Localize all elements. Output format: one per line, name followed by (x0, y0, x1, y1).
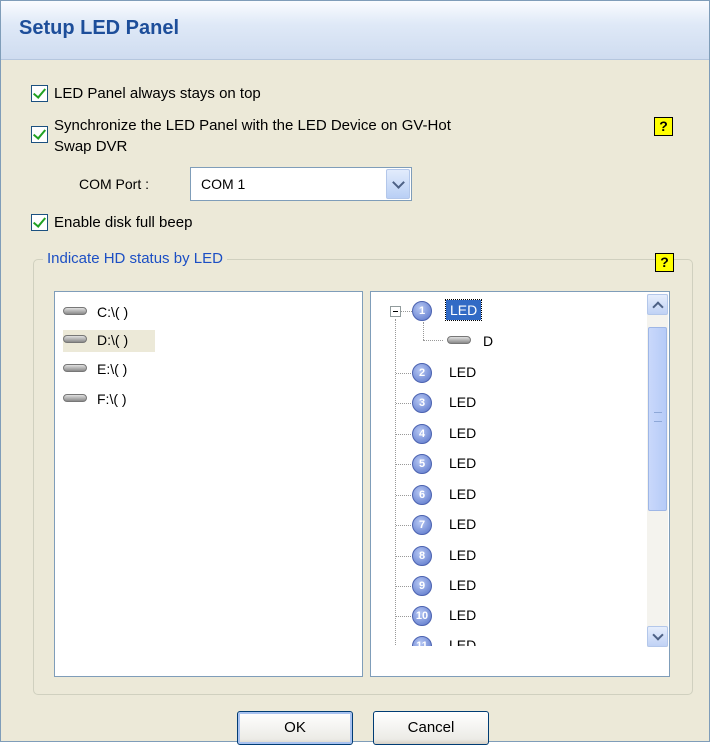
drive-label: F:\( ) (97, 391, 127, 407)
led-number-badge: 10 (412, 606, 432, 626)
grip-icon (654, 412, 662, 422)
tree-child-label: D (483, 333, 494, 349)
help-icon[interactable]: ? (655, 253, 674, 272)
scroll-up-icon[interactable] (647, 294, 668, 315)
led-number-badge: 3 (412, 393, 432, 413)
window-title: Setup LED Panel (19, 17, 180, 39)
led-number-badge: 2 (412, 363, 432, 383)
disk-full-beep-checkbox[interactable] (31, 214, 48, 231)
tree-connector (396, 464, 411, 465)
tree-bottom-mask (371, 646, 647, 676)
led-number-badge: 5 (412, 454, 432, 474)
led-number-badge: 8 (412, 546, 432, 566)
led-number-badge: 1 (412, 301, 432, 321)
hard-drive-icon (63, 307, 87, 315)
tree-connector (396, 373, 411, 374)
tree-item-led[interactable]: LED (444, 299, 483, 321)
collapse-icon[interactable] (390, 306, 401, 317)
hd-status-group-label: Indicate HD status by LED (43, 250, 227, 267)
list-item[interactable]: F:\( ) (63, 389, 163, 411)
synchronize-label-line2: Swap DVR (54, 138, 128, 155)
tree-item-led[interactable]: LED (449, 547, 476, 563)
tree-connector (396, 525, 411, 526)
com-port-value: COM 1 (201, 176, 246, 192)
tree-item-led[interactable]: LED (449, 364, 476, 380)
hard-drive-icon (63, 394, 87, 402)
tree-connector (396, 586, 411, 587)
led-tree-scrollbar[interactable] (647, 294, 668, 647)
tree-connector (396, 556, 411, 557)
led-number-badge: 6 (412, 485, 432, 505)
title-bar: Setup LED Panel (1, 1, 709, 60)
synchronize-checkbox[interactable] (31, 126, 48, 143)
always-on-top-label: LED Panel always stays on top (54, 85, 261, 102)
list-item[interactable]: D:\( ) (63, 330, 155, 352)
com-port-select[interactable]: COM 1 (190, 167, 412, 201)
hard-drive-icon (447, 336, 471, 344)
tree-item-led[interactable]: LED (449, 486, 476, 502)
tree-connector (423, 322, 424, 340)
scroll-thumb[interactable] (648, 327, 667, 511)
hard-drive-icon (63, 335, 87, 343)
tree-connector (423, 340, 443, 341)
help-icon[interactable]: ? (654, 117, 673, 136)
disk-full-beep-label: Enable disk full beep (54, 214, 193, 231)
ok-button[interactable]: OK (237, 711, 353, 745)
tree-item-led[interactable]: LED (449, 394, 476, 410)
tree-child-item[interactable]: D (447, 331, 507, 353)
tree-item-led[interactable]: LED (449, 455, 476, 471)
tree-connector (401, 311, 412, 312)
tree-item-led[interactable]: LED (449, 577, 476, 593)
led-number-badge: 9 (412, 576, 432, 596)
list-item[interactable]: C:\( ) (63, 302, 163, 324)
drive-list[interactable]: C:\( ) D:\( ) E:\( ) F:\( ) (54, 291, 363, 677)
hard-drive-icon (63, 364, 87, 372)
list-item[interactable]: E:\( ) (63, 359, 163, 381)
led-number-badge: 7 (412, 515, 432, 535)
scroll-down-icon[interactable] (647, 626, 668, 647)
tree-connector (396, 403, 411, 404)
tree-item-led[interactable]: LED (449, 607, 476, 623)
tree-connector (396, 616, 411, 617)
led-number-badge: 4 (412, 424, 432, 444)
tree-item-led[interactable]: LED (449, 516, 476, 532)
tree-connector (396, 434, 411, 435)
synchronize-label-line1: Synchronize the LED Panel with the LED D… (54, 117, 451, 134)
setup-led-panel-dialog: Setup LED Panel LED Panel always stays o… (0, 0, 710, 745)
drive-label: C:\( ) (97, 304, 129, 320)
cancel-button[interactable]: Cancel (373, 711, 489, 745)
drive-label: E:\( ) (97, 361, 128, 377)
drive-label: D:\( ) (97, 332, 129, 348)
tree-item-led[interactable]: LED (449, 425, 476, 441)
chevron-down-icon[interactable] (386, 169, 410, 199)
com-port-label: COM Port : (79, 176, 150, 192)
tree-connector (396, 495, 411, 496)
always-on-top-checkbox[interactable] (31, 85, 48, 102)
